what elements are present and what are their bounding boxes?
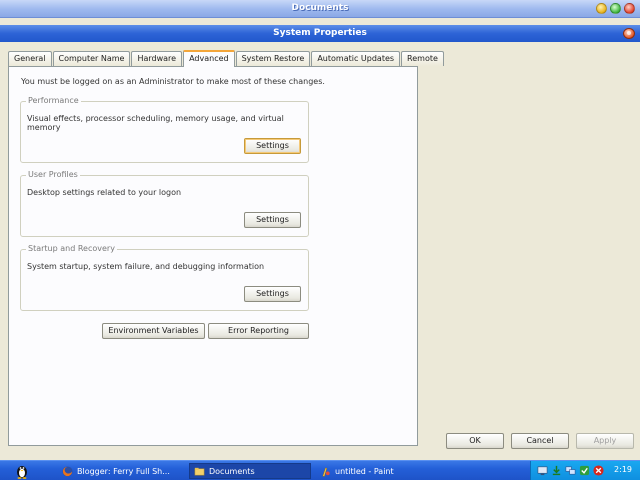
system-tray: 2:19 <box>530 461 640 480</box>
cancel-button[interactable]: Cancel <box>511 433 569 449</box>
startup-recovery-group: Startup and Recovery System startup, sys… <box>20 244 309 311</box>
startup-recovery-settings-button[interactable]: Settings <box>244 286 301 302</box>
outer-window-title: Documents <box>291 3 349 13</box>
minimize-icon[interactable] <box>596 3 607 14</box>
monitor-icon[interactable] <box>537 465 548 476</box>
download-icon[interactable] <box>551 465 562 476</box>
admin-notice: You must be logged on as an Administrato… <box>21 77 325 86</box>
ok-button[interactable]: OK <box>446 433 504 449</box>
outer-window-titlebar: Documents <box>0 0 640 18</box>
apply-button[interactable]: Apply <box>576 433 634 449</box>
folder-icon <box>194 467 205 475</box>
tab-hardware[interactable]: Hardware <box>131 51 183 66</box>
task-paint[interactable]: untitled - Paint <box>316 463 442 479</box>
task-label: Blogger: Ferry Full Sh... <box>77 466 170 476</box>
startup-recovery-group-title: Startup and Recovery <box>26 244 117 253</box>
dialog-title: System Properties <box>273 28 367 38</box>
close-icon[interactable] <box>624 3 635 14</box>
tab-automatic-updates[interactable]: Automatic Updates <box>311 51 401 66</box>
performance-settings-button[interactable]: Settings <box>244 138 301 154</box>
advanced-tab-panel: You must be logged on as an Administrato… <box>8 66 418 446</box>
dialog-titlebar: System Properties <box>0 25 640 42</box>
firefox-icon <box>62 465 73 477</box>
dialog-body: General Computer Name Hardware Advanced … <box>0 42 640 460</box>
performance-group: Performance Visual effects, processor sc… <box>20 96 309 163</box>
penguin-start-icon[interactable] <box>14 463 30 479</box>
user-profiles-group-title: User Profiles <box>26 170 80 179</box>
startup-recovery-description: System startup, system failure, and debu… <box>27 262 265 271</box>
taskbar: Blogger: Ferry Full Sh... Documents unti… <box>0 460 640 480</box>
tab-system-restore[interactable]: System Restore <box>235 51 311 66</box>
environment-variables-button[interactable]: Environment Variables <box>102 323 205 339</box>
tab-computer-name[interactable]: Computer Name <box>52 51 131 66</box>
error-reporting-button[interactable]: Error Reporting <box>208 323 309 339</box>
tab-advanced[interactable]: Advanced <box>183 50 235 67</box>
task-blogger[interactable]: Blogger: Ferry Full Sh... <box>58 463 184 479</box>
clock[interactable]: 2:19 <box>614 465 632 474</box>
task-label: untitled - Paint <box>335 466 394 476</box>
task-documents[interactable]: Documents <box>189 463 311 479</box>
dialog-close-icon[interactable] <box>623 28 635 39</box>
maximize-icon[interactable] <box>610 3 621 14</box>
task-label: Documents <box>209 466 255 476</box>
paint-icon <box>322 467 330 477</box>
update-icon[interactable] <box>579 465 590 476</box>
user-profiles-group: User Profiles Desktop settings related t… <box>20 170 309 237</box>
user-profiles-description: Desktop settings related to your logon <box>27 188 182 197</box>
performance-group-title: Performance <box>26 96 81 105</box>
tab-general[interactable]: General <box>8 51 52 66</box>
user-profiles-settings-button[interactable]: Settings <box>244 212 301 228</box>
network-icon[interactable] <box>565 465 576 476</box>
tab-strip: General Computer Name Hardware Advanced … <box>8 50 445 67</box>
tab-remote[interactable]: Remote <box>401 51 444 66</box>
security-alert-icon[interactable] <box>593 465 604 476</box>
performance-description: Visual effects, processor scheduling, me… <box>27 114 284 132</box>
